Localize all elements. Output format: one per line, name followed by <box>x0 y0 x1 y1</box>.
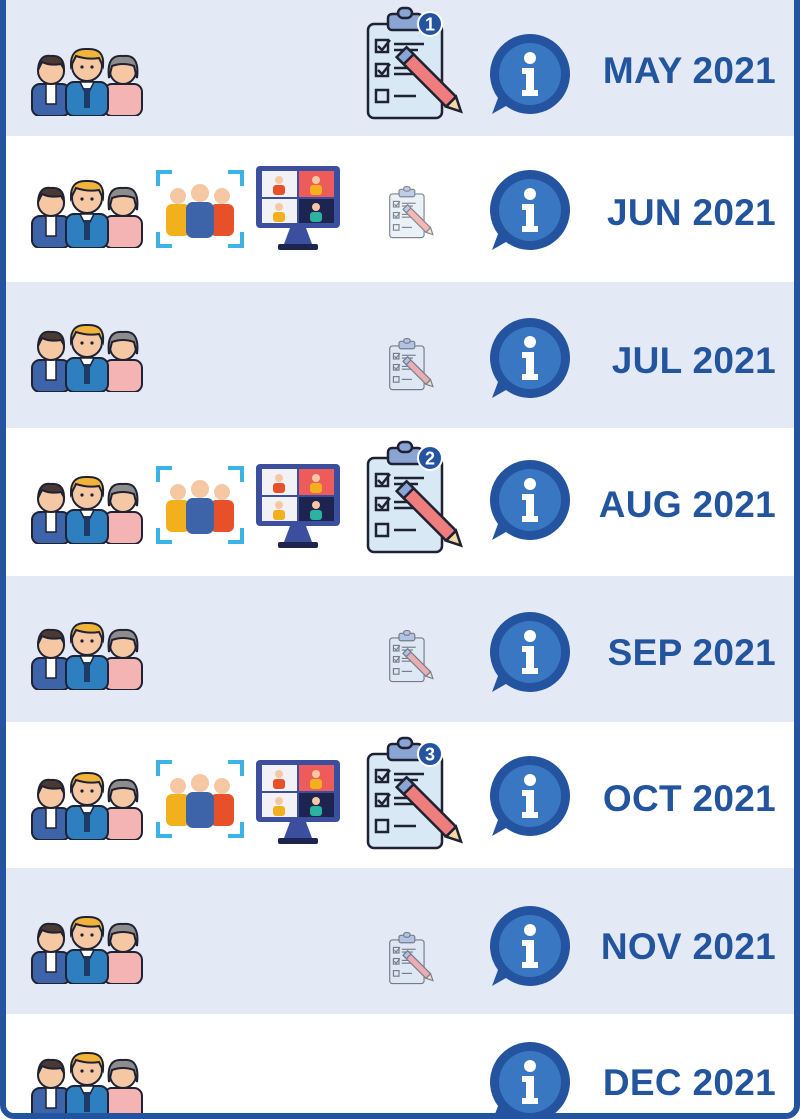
month-label: OCT 2021 <box>602 778 776 819</box>
team-icon <box>28 912 146 984</box>
step-badge: 1 <box>425 15 435 35</box>
month-label: DEC 2021 <box>602 1062 776 1103</box>
month-label: SEP 2021 <box>607 632 776 673</box>
timeline-row-nov: NOV 2021 <box>6 868 794 1014</box>
timeline-row-dec: DEC 2021 <box>6 1014 794 1119</box>
month-label: AUG 2021 <box>598 484 776 525</box>
video-conference-icon <box>252 462 344 550</box>
info-icon[interactable] <box>488 610 572 694</box>
checklist-icon[interactable]: 3 <box>360 736 472 854</box>
info-icon[interactable] <box>488 32 572 116</box>
info-icon[interactable] <box>488 316 572 400</box>
checklist-icon[interactable]: 2 <box>360 440 472 558</box>
month-label: JUL 2021 <box>611 340 776 381</box>
info-icon[interactable] <box>488 1040 572 1119</box>
team-icon <box>28 44 146 116</box>
timeline-row-jul: JUL 2021 <box>6 282 794 428</box>
step-badge: 2 <box>425 449 435 469</box>
info-icon[interactable] <box>488 754 572 838</box>
month-label: NOV 2021 <box>600 926 776 967</box>
group-meeting-icon <box>154 168 246 250</box>
info-icon[interactable] <box>488 904 572 988</box>
team-icon <box>28 618 146 690</box>
group-meeting-icon <box>154 464 246 546</box>
month-label: JUN 2021 <box>606 192 776 233</box>
team-icon <box>28 472 146 544</box>
timeline-row-jun: JUN 2021 <box>6 136 794 282</box>
timeline-row-oct: 3 OCT 2021 <box>6 722 794 868</box>
timeline-row-may: 1 MAY 2021 <box>6 0 794 136</box>
info-icon[interactable] <box>488 168 572 252</box>
timeline-frame: 1 MAY 2021 JUN 2021 JUL 2021 2 AUG 2021 … <box>0 0 800 1119</box>
checklist-icon <box>386 930 438 988</box>
team-icon <box>28 320 146 392</box>
info-icon[interactable] <box>488 458 572 542</box>
checklist-icon <box>386 336 438 394</box>
step-badge: 3 <box>425 745 435 765</box>
team-icon <box>28 768 146 840</box>
video-conference-icon <box>252 164 344 252</box>
group-meeting-icon <box>154 758 246 840</box>
video-conference-icon <box>252 758 344 846</box>
checklist-icon <box>386 184 438 242</box>
checklist-icon[interactable]: 1 <box>360 6 472 124</box>
team-icon <box>28 176 146 248</box>
team-icon <box>28 1048 146 1119</box>
timeline-row-sep: SEP 2021 <box>6 576 794 722</box>
month-label: MAY 2021 <box>602 50 776 91</box>
checklist-icon <box>386 628 438 686</box>
timeline-row-aug: 2 AUG 2021 <box>6 428 794 576</box>
